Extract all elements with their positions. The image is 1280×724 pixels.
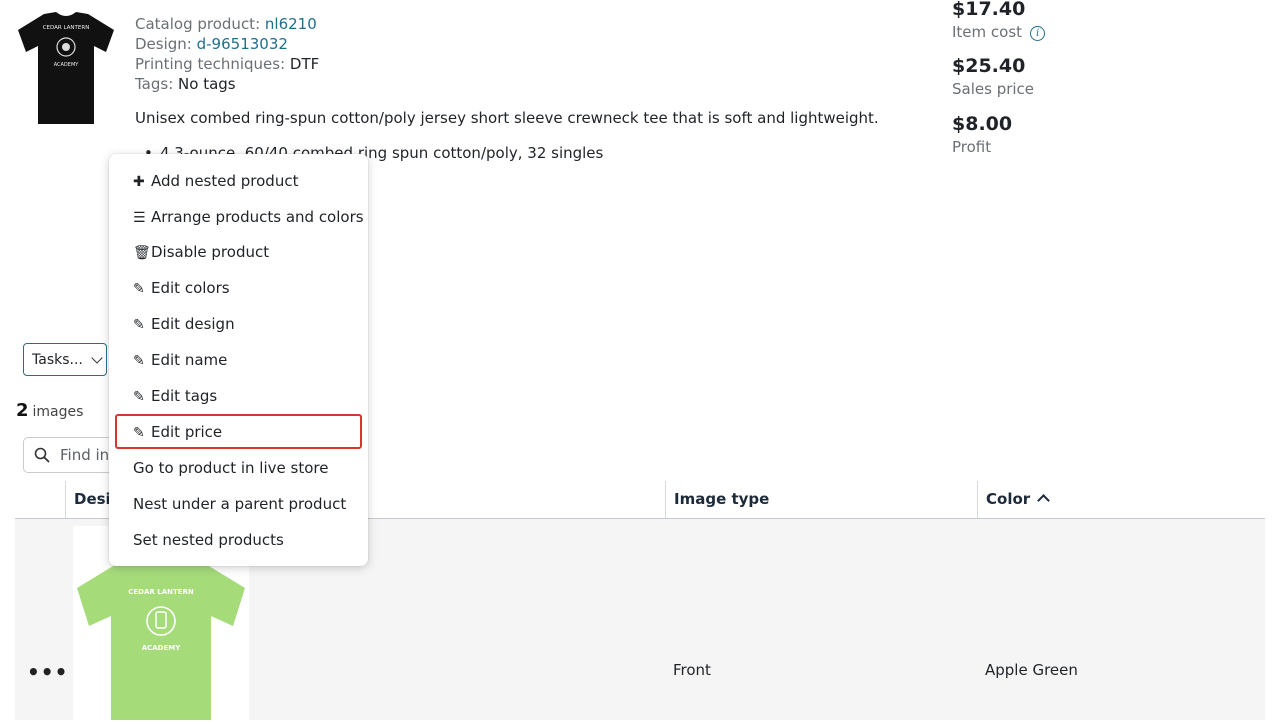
menu-item-go-to-live-store[interactable]: Go to product in live store [109,450,368,486]
tags-label: Tags: [135,75,174,93]
menu-item-edit-tags[interactable]: ✎ Edit tags [109,378,368,414]
column-image-type[interactable]: Image type [665,481,977,518]
pencil-icon: ✎ [133,389,145,405]
menu-item-add-nested-product[interactable]: ✚ Add nested product [109,163,368,199]
profit-label: Profit [952,138,992,156]
menu-item-disable-product[interactable]: 🗑Disable product [109,234,368,270]
info-icon[interactable]: i [1030,26,1046,41]
product-thumbnail: CEDAR LANTERN ACADEMY [14,8,118,128]
sales-price-value: $25.40 [952,55,1026,77]
sort-ascending-icon[interactable] [1037,494,1051,507]
design-link[interactable]: d-96513032 [197,35,288,53]
profit: $8.00 Profit [952,113,1012,156]
catalog-link[interactable]: nl6210 [265,15,317,33]
trash-icon: 🗑 [133,245,151,261]
bars-icon: ☰ [133,210,146,226]
item-cost-label: Item cost [952,23,1023,41]
menu-item-set-nested-products[interactable]: Set nested products [109,522,368,558]
pencil-icon: ✎ [133,317,145,333]
pencil-icon: ✎ [133,353,145,369]
shirt-text-top: CEDAR LANTERN [43,25,90,31]
pencil-icon: ✎ [133,425,145,441]
product-meta: Catalog product: nl6210 Design: d-965130… [135,14,319,94]
item-cost-value: $17.40 [952,0,1026,20]
printing-label: Printing techniques: [135,55,286,73]
printing-value: DTF [289,55,320,73]
search-icon [34,447,50,463]
sales-price: $25.40 Sales price [952,55,1034,98]
tasks-menu: ✚ Add nested product ☰ Arrange products an… [109,154,368,566]
product-description: Unisex combed ring-spun cotton/poly jers… [135,109,879,127]
row-actions-menu[interactable]: ••• [27,660,68,684]
menu-item-edit-price[interactable]: ✎ Edit price [109,414,368,450]
cell-image-type: Front [673,661,711,679]
catalog-label: Catalog product: [135,15,261,33]
plus-icon: ✚ [133,174,145,190]
profit-value: $8.00 [952,113,1013,135]
row-shirt-text-top: CEDAR LANTERN [128,588,194,596]
tasks-label: Tasks... [32,351,83,368]
item-cost: $17.40 Item cost i [952,0,1046,41]
menu-item-arrange-products[interactable]: ☰ Arrange products and colors [109,199,368,235]
chevron-down-icon [91,351,103,364]
design-label: Design: [135,35,192,53]
shirt-text-bottom: ACADEMY [54,62,80,68]
tags-value: No tags [178,75,236,93]
tasks-dropdown[interactable]: Tasks... [23,343,107,376]
menu-item-edit-design[interactable]: ✎ Edit design [109,306,368,342]
images-count: 2 images [16,400,83,421]
column-color[interactable]: Color [977,481,1265,518]
menu-item-nest-under-parent[interactable]: Nest under a parent product [109,486,368,522]
images-count-label: images [32,404,84,420]
menu-item-edit-name[interactable]: ✎ Edit name [109,342,368,378]
pencil-icon: ✎ [133,281,145,297]
sales-price-label: Sales price [952,80,1035,98]
row-shirt-text-bottom: ACADEMY [142,644,182,652]
cell-color: Apple Green [985,661,1078,679]
images-count-number: 2 [16,400,29,421]
menu-item-edit-colors[interactable]: ✎ Edit colors [109,270,368,306]
